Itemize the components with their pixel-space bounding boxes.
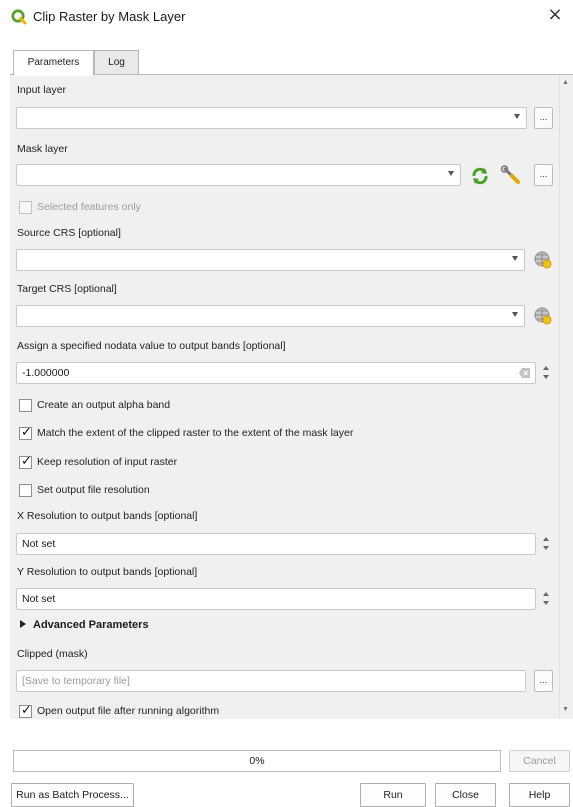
target-crs-select-icon[interactable] bbox=[532, 305, 554, 327]
x-resolution-spinbox[interactable]: Not set bbox=[16, 533, 536, 555]
cancel-button[interactable]: Cancel bbox=[509, 750, 570, 772]
x-resolution-label: X Resolution to output bands [optional] bbox=[17, 510, 198, 522]
spin-up-icon[interactable] bbox=[543, 537, 549, 541]
window-title: Clip Raster by Mask Layer bbox=[33, 9, 186, 24]
clipped-output-placeholder: [Save to temporary file] bbox=[22, 675, 130, 687]
open-output-checkbox[interactable]: ✓ bbox=[19, 703, 32, 718]
iterate-features-icon[interactable] bbox=[470, 166, 490, 186]
advanced-parameters-label: Advanced Parameters bbox=[33, 619, 149, 631]
advanced-options-wrench-icon[interactable] bbox=[500, 165, 522, 187]
clipped-output-label: Clipped (mask) bbox=[17, 648, 88, 660]
check-icon: ✓ bbox=[21, 454, 32, 469]
alpha-band-label: Create an output alpha band bbox=[37, 399, 171, 411]
scroll-up-icon[interactable]: ▲ bbox=[562, 79, 569, 86]
match-extent-label: Match the extent of the clipped raster t… bbox=[37, 427, 354, 439]
source-crs-combo[interactable] bbox=[16, 249, 525, 271]
chevron-down-icon bbox=[514, 114, 520, 119]
source-crs-select-icon[interactable] bbox=[532, 249, 554, 271]
target-crs-label: Target CRS [optional] bbox=[17, 283, 117, 295]
tab-log[interactable]: Log bbox=[94, 50, 139, 75]
y-resolution-label: Y Resolution to output bands [optional] bbox=[17, 566, 198, 578]
clear-value-icon[interactable] bbox=[519, 368, 530, 378]
spin-down-icon[interactable] bbox=[543, 601, 549, 605]
spin-down-icon[interactable] bbox=[543, 375, 549, 379]
tab-parameters[interactable]: Parameters bbox=[13, 50, 94, 76]
y-resolution-spin-buttons[interactable] bbox=[541, 588, 552, 610]
check-icon: ✓ bbox=[21, 425, 32, 440]
y-resolution-value: Not set bbox=[22, 593, 56, 605]
selected-features-label: Selected features only bbox=[37, 201, 141, 213]
mask-layer-label: Mask layer bbox=[17, 143, 68, 155]
set-resolution-label: Set output file resolution bbox=[37, 484, 150, 496]
mask-layer-combo[interactable] bbox=[16, 164, 461, 186]
clipped-output-field[interactable]: [Save to temporary file] bbox=[16, 670, 526, 692]
qgis-logo-icon bbox=[11, 9, 27, 25]
source-crs-label: Source CRS [optional] bbox=[17, 227, 121, 239]
chevron-down-icon bbox=[512, 312, 518, 317]
mask-layer-browse-button[interactable]: ... bbox=[534, 164, 553, 186]
open-output-label: Open output file after running algorithm bbox=[37, 705, 220, 717]
close-button[interactable]: Close bbox=[435, 783, 496, 807]
run-button[interactable]: Run bbox=[360, 783, 426, 807]
nodata-spinbox[interactable]: -1.000000 bbox=[16, 362, 536, 384]
match-extent-checkbox[interactable]: ✓ bbox=[19, 425, 32, 440]
y-resolution-spinbox[interactable]: Not set bbox=[16, 588, 536, 610]
advanced-parameters-toggle[interactable]: Advanced Parameters bbox=[20, 619, 149, 631]
spin-up-icon[interactable] bbox=[543, 592, 549, 596]
expand-arrow-icon bbox=[20, 620, 26, 628]
vertical-scrollbar[interactable]: ▲ ▼ bbox=[559, 75, 572, 717]
target-crs-combo[interactable] bbox=[16, 305, 525, 327]
input-layer-combo[interactable] bbox=[16, 107, 527, 129]
batch-process-button[interactable]: Run as Batch Process... bbox=[11, 783, 134, 807]
help-button[interactable]: Help bbox=[509, 783, 570, 807]
selected-features-checkbox bbox=[19, 201, 32, 214]
input-layer-label: Input layer bbox=[17, 84, 67, 96]
scroll-down-icon[interactable]: ▼ bbox=[562, 706, 569, 713]
progress-bar: 0% bbox=[13, 750, 501, 772]
nodata-label: Assign a specified nodata value to outpu… bbox=[17, 340, 286, 352]
nodata-spin-buttons[interactable] bbox=[541, 362, 552, 384]
spin-up-icon[interactable] bbox=[543, 366, 549, 370]
spin-down-icon[interactable] bbox=[543, 546, 549, 550]
alpha-band-checkbox[interactable] bbox=[19, 399, 32, 412]
clipped-output-browse-button[interactable]: ... bbox=[534, 670, 553, 692]
input-layer-browse-button[interactable]: ... bbox=[534, 107, 553, 129]
chevron-down-icon bbox=[448, 171, 454, 176]
keep-resolution-label: Keep resolution of input raster bbox=[37, 456, 178, 468]
close-window-icon[interactable]: × bbox=[546, 6, 564, 24]
keep-resolution-checkbox[interactable]: ✓ bbox=[19, 454, 32, 469]
set-resolution-checkbox[interactable] bbox=[19, 484, 32, 497]
x-resolution-value: Not set bbox=[22, 538, 56, 550]
chevron-down-icon bbox=[512, 256, 518, 261]
x-resolution-spin-buttons[interactable] bbox=[541, 533, 552, 555]
check-icon: ✓ bbox=[21, 703, 32, 718]
title-bar: Clip Raster by Mask Layer × bbox=[0, 0, 573, 36]
nodata-value: -1.000000 bbox=[22, 367, 70, 379]
